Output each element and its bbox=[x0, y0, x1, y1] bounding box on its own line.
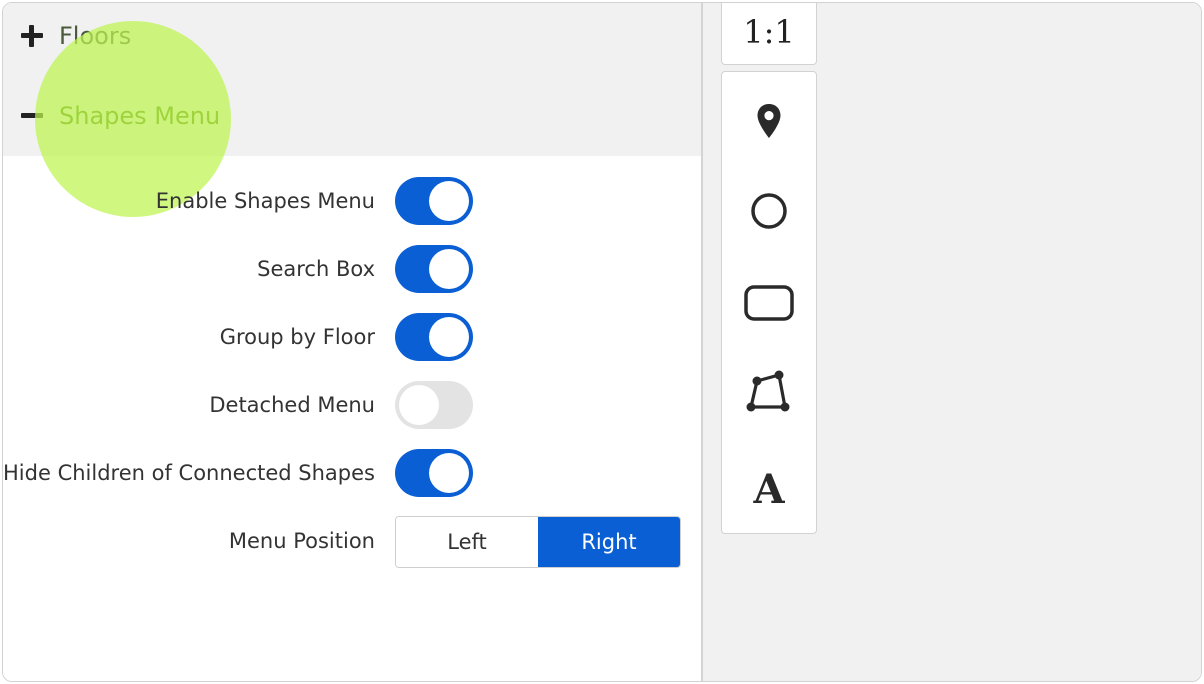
shapes-menu-section-header[interactable]: Shapes Menu bbox=[3, 76, 701, 156]
menu-position-segmented-control: Left Right bbox=[395, 516, 681, 568]
circle-tool-button[interactable] bbox=[722, 171, 816, 251]
polygon-tool-button[interactable] bbox=[722, 353, 816, 433]
plus-icon bbox=[21, 25, 43, 47]
text-icon: A bbox=[753, 465, 785, 513]
setting-row-menu-position: Menu Position Left Right bbox=[3, 516, 701, 568]
floors-section-label: Floors bbox=[59, 22, 132, 50]
setting-row-enable-shapes-menu: Enable Shapes Menu bbox=[3, 176, 701, 226]
setting-row-hide-children: Hide Children of Connected Shapes bbox=[3, 448, 701, 498]
menu-position-left-button[interactable]: Left bbox=[396, 517, 538, 567]
shapes-toolbar: A bbox=[721, 71, 817, 534]
enable-shapes-menu-toggle[interactable] bbox=[395, 177, 473, 225]
settings-panel: Floors Shapes Menu Enable Shapes Menu Se… bbox=[3, 3, 701, 681]
circle-icon bbox=[751, 193, 787, 229]
text-tool-button[interactable]: A bbox=[722, 449, 816, 529]
menu-position-label: Menu Position bbox=[228, 529, 375, 553]
rounded-rectangle-icon bbox=[744, 285, 794, 321]
menu-position-right-button[interactable]: Right bbox=[538, 517, 680, 567]
hide-children-label: Hide Children of Connected Shapes bbox=[3, 461, 375, 485]
enable-shapes-menu-label: Enable Shapes Menu bbox=[155, 189, 375, 213]
setting-row-detached-menu: Detached Menu bbox=[3, 380, 701, 430]
search-box-toggle[interactable] bbox=[395, 245, 473, 293]
floors-section-header[interactable]: Floors bbox=[3, 3, 701, 76]
canvas-area: 1:1 A bbox=[703, 3, 1201, 681]
hide-children-toggle[interactable] bbox=[395, 449, 473, 497]
app-frame: Floors Shapes Menu Enable Shapes Menu Se… bbox=[2, 2, 1202, 682]
minus-icon bbox=[21, 105, 43, 127]
rectangle-tool-button[interactable] bbox=[722, 263, 816, 343]
shapes-menu-section-label: Shapes Menu bbox=[59, 102, 221, 130]
group-by-floor-label: Group by Floor bbox=[219, 325, 375, 349]
detached-menu-toggle[interactable] bbox=[395, 381, 473, 429]
setting-row-group-by-floor: Group by Floor bbox=[3, 312, 701, 362]
polygon-icon bbox=[746, 370, 790, 412]
detached-menu-label: Detached Menu bbox=[209, 393, 375, 417]
marker-pin-icon bbox=[757, 104, 781, 138]
setting-row-search-box: Search Box bbox=[3, 244, 701, 294]
zoom-reset-button[interactable]: 1:1 bbox=[721, 3, 817, 65]
zoom-label: 1:1 bbox=[743, 13, 795, 51]
search-box-label: Search Box bbox=[257, 257, 375, 281]
group-by-floor-toggle[interactable] bbox=[395, 313, 473, 361]
marker-tool-button[interactable] bbox=[722, 81, 816, 161]
